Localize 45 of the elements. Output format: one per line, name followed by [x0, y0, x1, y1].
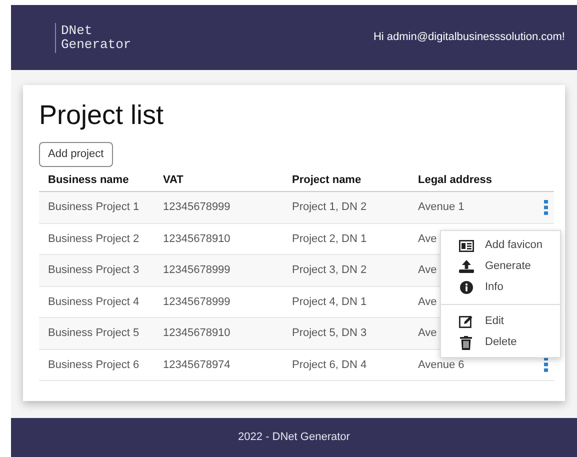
more-options-icon[interactable]	[544, 357, 548, 372]
table-cell-text: Project 6, DN 4	[292, 358, 367, 372]
menu-item[interactable]: Edit	[441, 311, 560, 332]
column-header: Business name	[48, 173, 130, 188]
table-cell-text: Project 4, DN 1	[292, 294, 367, 310]
table-cell-text: Business Project 3	[48, 263, 140, 278]
table-cell-text: Business Project 1	[48, 200, 140, 215]
app-logo[interactable]: DNet Generator	[61, 24, 132, 52]
table-cell-text: Business Project 6	[48, 358, 140, 372]
column-header: VAT	[163, 173, 184, 188]
table-cell-text: Project 2, DN 1	[292, 232, 367, 246]
more-options-icon[interactable]	[544, 200, 548, 215]
table-cell-text: 12345678910	[163, 232, 230, 246]
upload-icon	[458, 260, 474, 273]
table-cell-text: Project 5, DN 3	[292, 326, 367, 341]
column-header: Project name	[292, 173, 362, 188]
greeting-text: Hi admin@digitalbusinesssolution.com!	[373, 30, 565, 46]
table-cell-text: Avenue 1	[418, 200, 464, 215]
table-cell-text: Ave	[418, 232, 437, 246]
edit-icon	[459, 315, 473, 328]
menu-item[interactable]: Info	[441, 277, 560, 298]
id-card-icon	[458, 240, 474, 252]
table-cell-text: 12345678999	[163, 263, 230, 278]
page-title: Project list	[39, 99, 165, 132]
footer-text: 2022 - DNet Generator	[238, 430, 350, 446]
menu-item[interactable]: Generate	[441, 256, 560, 277]
menu-item[interactable]: Delete	[441, 332, 560, 353]
trash-icon	[460, 336, 472, 350]
info-icon	[460, 281, 472, 294]
add-project-button[interactable]: Add project	[39, 142, 113, 167]
table-cell-text: Ave	[418, 326, 437, 341]
table-cell-text: Ave	[418, 263, 437, 278]
column-header: Legal address	[418, 173, 493, 188]
table-cell-text: Business Project 4	[48, 294, 140, 310]
table-cell-text: Business Project 5	[48, 326, 140, 341]
table-cell-text: 12345678999	[163, 200, 230, 215]
table-cell-text: Project 1, DN 2	[292, 200, 367, 215]
table-cell-text: Business Project 2	[48, 232, 140, 246]
table-cell-text: 12345678974	[163, 358, 230, 372]
table-cell-text: Project 3, DN 2	[292, 263, 367, 278]
table-cell-text: Avenue 6	[418, 358, 464, 372]
menu-item[interactable]: Add favicon	[441, 235, 560, 256]
table-cell-text: 12345678910	[163, 326, 230, 341]
table-cell-text: Ave	[418, 294, 437, 310]
table-cell-text: 12345678999	[163, 294, 230, 310]
